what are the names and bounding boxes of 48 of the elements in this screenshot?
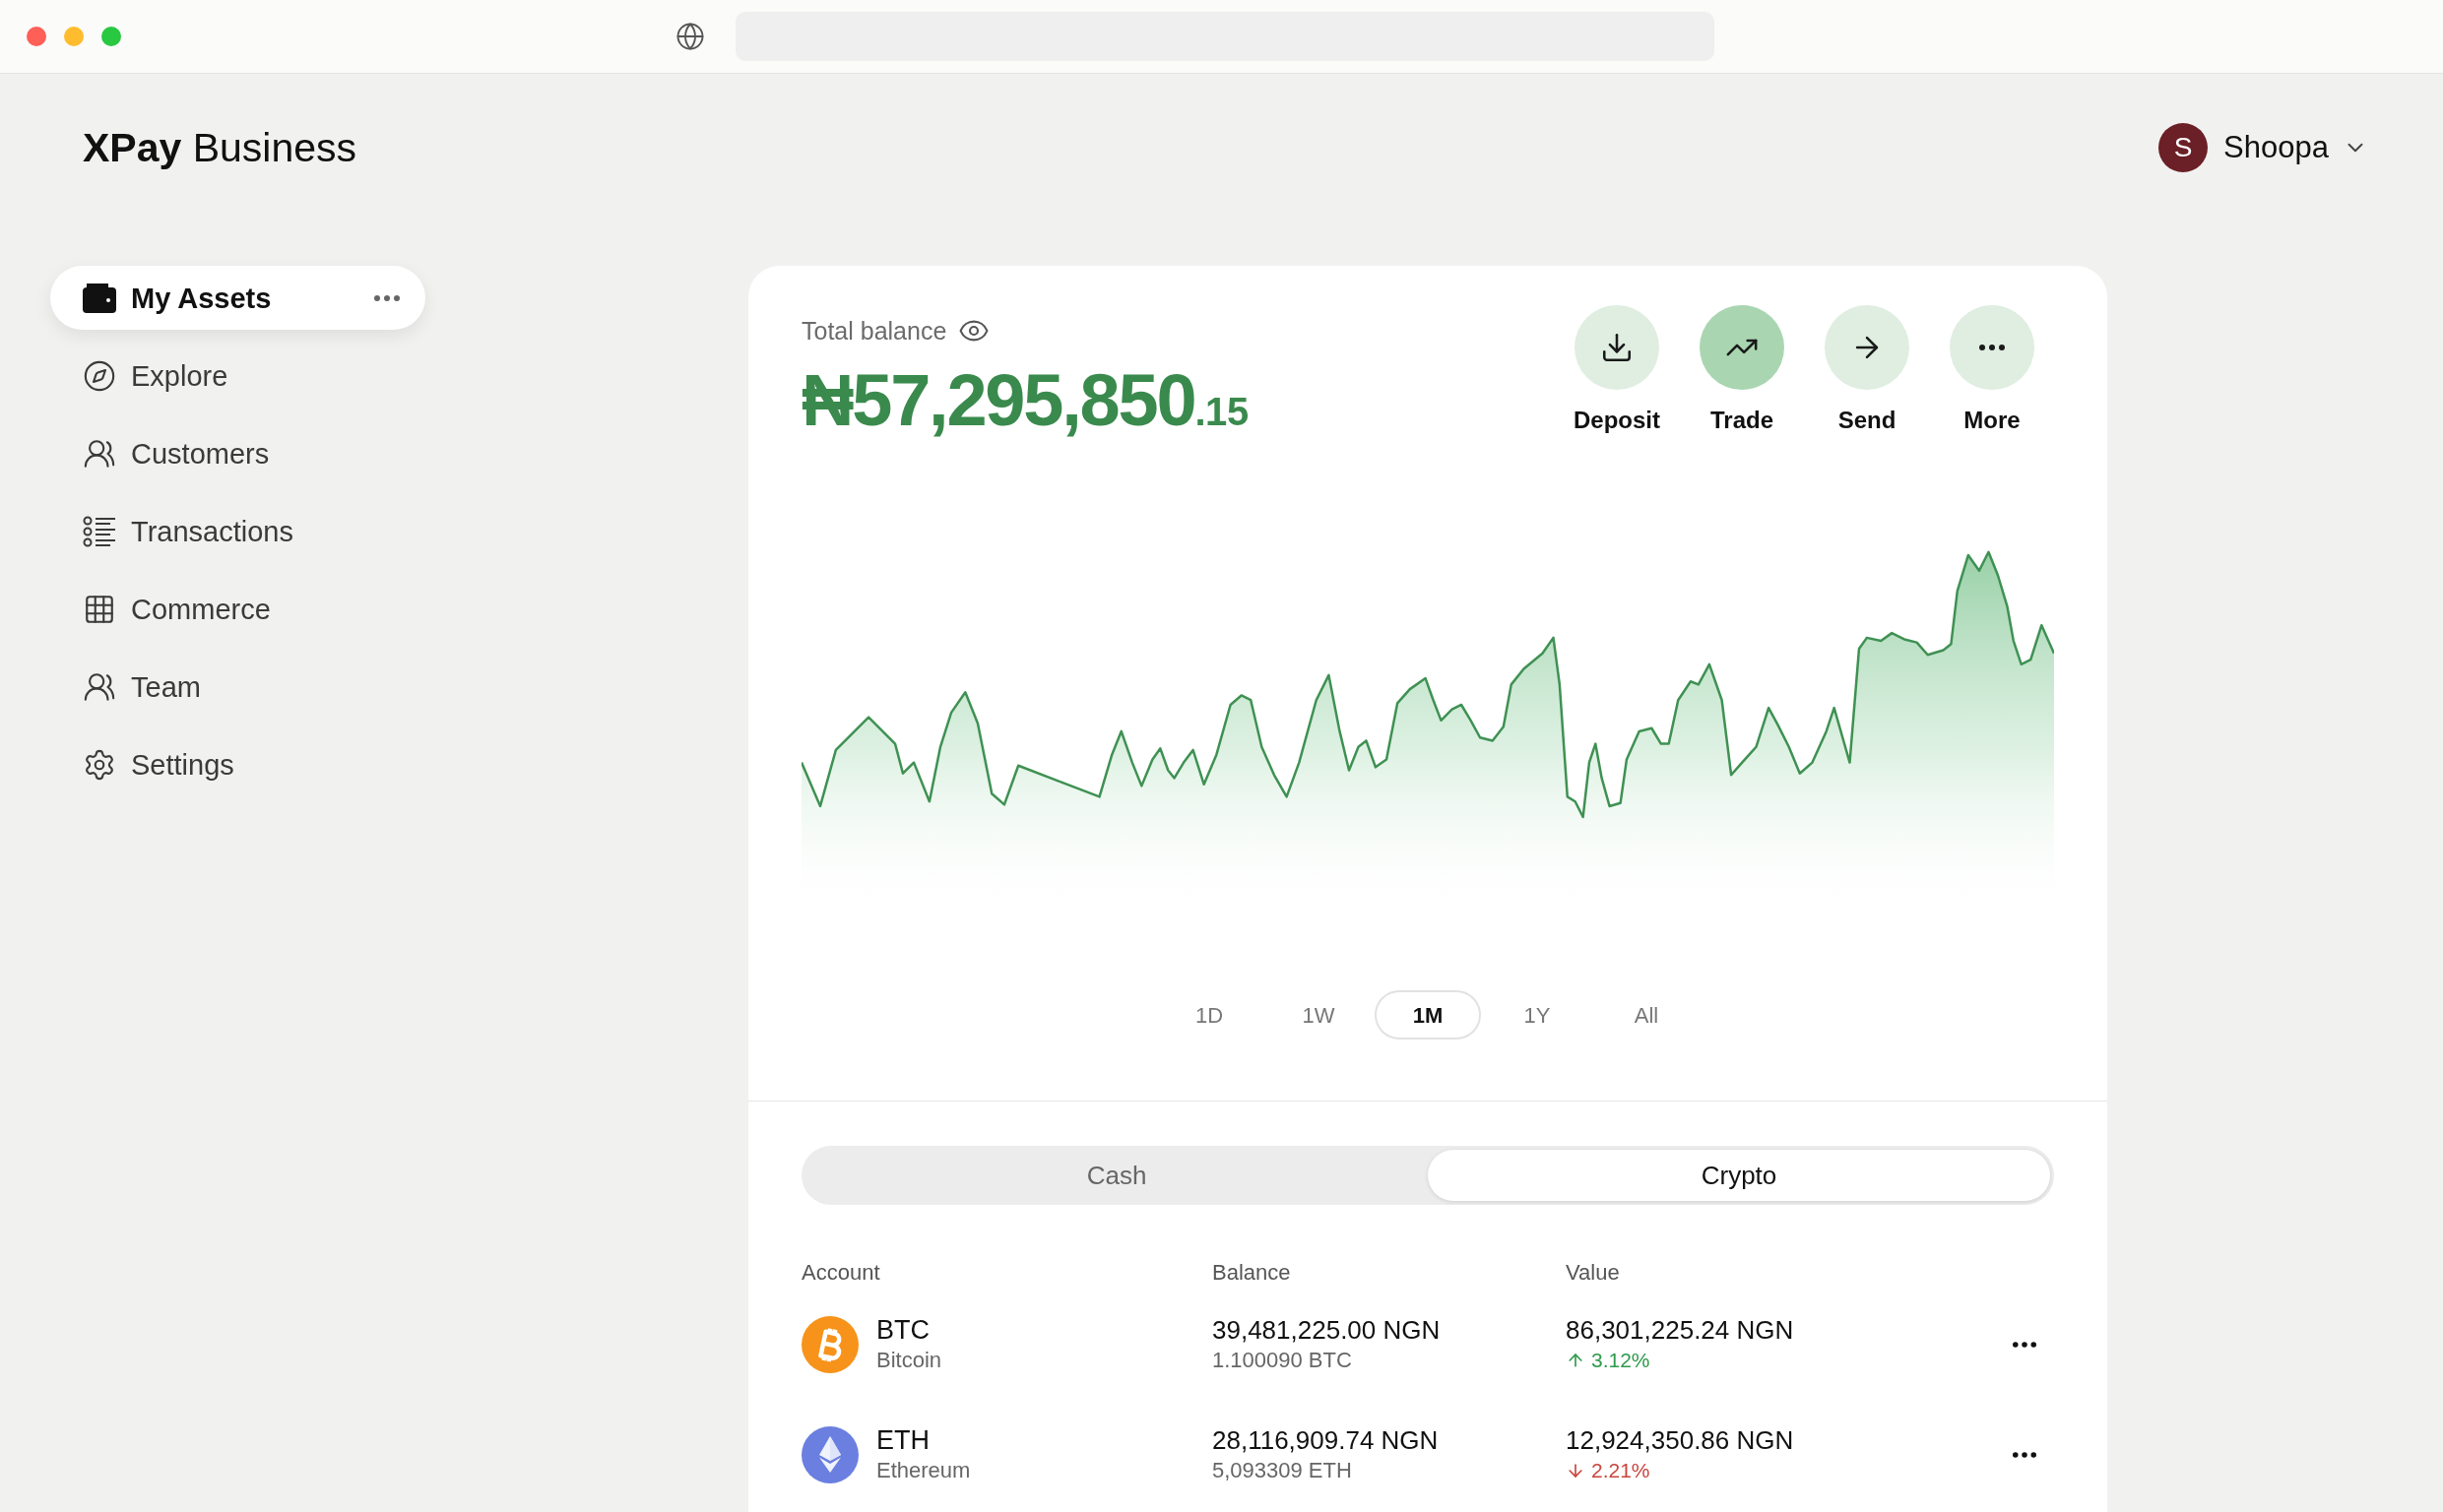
balance-label: Total balance bbox=[802, 316, 947, 346]
coin-name: Bitcoin bbox=[876, 1347, 942, 1374]
nav-item[interactable]: Settings bbox=[50, 732, 425, 796]
period-tab[interactable]: 1Y bbox=[1484, 990, 1590, 1040]
nav-item[interactable]: Explore bbox=[50, 344, 425, 408]
nav-item[interactable]: Customers bbox=[50, 421, 425, 485]
period-tab[interactable]: All bbox=[1593, 990, 1700, 1040]
action-button[interactable]: Send bbox=[1813, 305, 1921, 441]
user-avatar[interactable]: S bbox=[2158, 123, 2209, 172]
more-options-icon[interactable] bbox=[2013, 1452, 2036, 1458]
period-tab[interactable]: 1W bbox=[1265, 990, 1372, 1040]
change-percent: 2.21% bbox=[1591, 1458, 1650, 1483]
balance-units: 5,093309 ETH bbox=[1212, 1457, 1353, 1484]
more-options-icon[interactable] bbox=[2013, 1342, 2036, 1348]
coin-symbol: ETH bbox=[876, 1424, 931, 1456]
column-header: Balance bbox=[1212, 1259, 1292, 1287]
action-button[interactable]: Deposit bbox=[1563, 305, 1671, 441]
nav-item[interactable]: My Assets bbox=[50, 266, 425, 330]
nav-item[interactable]: Team bbox=[50, 655, 425, 719]
bitcoin-logo-icon bbox=[802, 1316, 859, 1373]
segment-tab[interactable]: Cash bbox=[805, 1150, 1428, 1201]
fiat-value: 86,301,225.24 NGN bbox=[1566, 1314, 1795, 1346]
window-close-button[interactable] bbox=[27, 27, 46, 46]
ethereum-logo-icon bbox=[802, 1426, 859, 1483]
period-tab[interactable]: 1M bbox=[1375, 990, 1481, 1040]
compass-icon bbox=[83, 358, 116, 393]
settings-icon bbox=[83, 747, 116, 782]
coin-name: Ethereum bbox=[876, 1457, 971, 1484]
period-tab[interactable]: 1D bbox=[1156, 990, 1262, 1040]
app-title: XPay Business bbox=[83, 124, 357, 172]
nav-item[interactable]: Commerce bbox=[50, 577, 425, 641]
column-header: Account bbox=[802, 1259, 881, 1287]
user-name[interactable]: Shoopa bbox=[2223, 128, 2329, 167]
balance-amount: ₦57,295,850.15 bbox=[802, 360, 1249, 441]
action-button[interactable]: Trade bbox=[1688, 305, 1796, 441]
globe-icon[interactable] bbox=[675, 22, 705, 51]
coin-symbol: BTC bbox=[876, 1314, 931, 1346]
change-percent: 3.12% bbox=[1591, 1348, 1650, 1373]
balance-units: 1.100090 BTC bbox=[1212, 1347, 1353, 1374]
balance-value: 28,116,909.74 NGN bbox=[1212, 1424, 1440, 1456]
action-button[interactable]: More bbox=[1938, 305, 2046, 441]
column-header: Value bbox=[1566, 1259, 1621, 1287]
balance-value: 39,481,225.00 NGN bbox=[1212, 1314, 1442, 1346]
wallet-icon bbox=[83, 283, 116, 313]
fiat-value: 12,924,350.86 NGN bbox=[1566, 1424, 1795, 1456]
list-icon bbox=[83, 514, 116, 548]
nav-item[interactable]: Transactions bbox=[50, 499, 425, 563]
segment-tab[interactable]: Crypto bbox=[1428, 1150, 2050, 1201]
